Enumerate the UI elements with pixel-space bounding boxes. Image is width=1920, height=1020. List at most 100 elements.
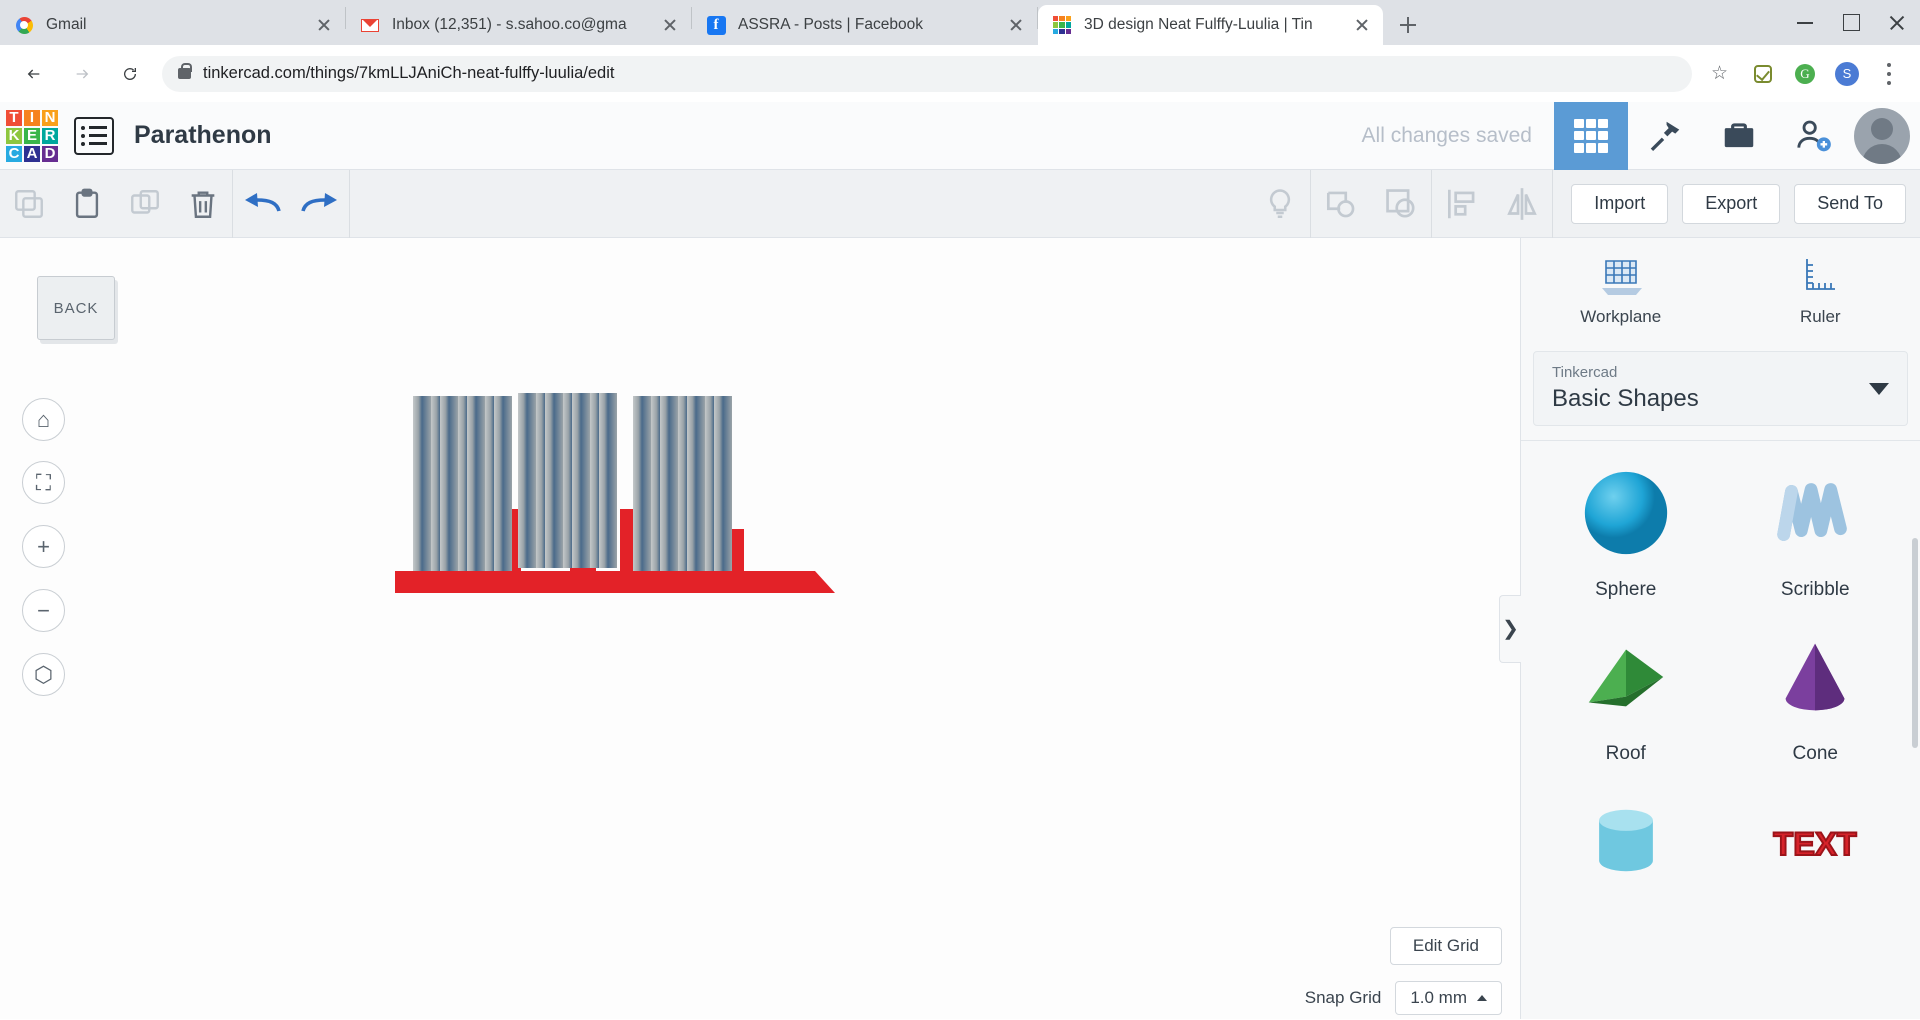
mirror-button[interactable] bbox=[1492, 170, 1552, 238]
lightbulb-icon bbox=[1262, 186, 1298, 222]
chevron-down-icon[interactable] bbox=[1869, 383, 1889, 395]
shape-item-scribble[interactable]: Scribble bbox=[1721, 463, 1911, 601]
model-column bbox=[494, 396, 503, 571]
briefcase-icon bbox=[1720, 117, 1758, 155]
send-to-button[interactable]: Send To bbox=[1794, 184, 1906, 224]
fit-view-button[interactable]: ⛶ bbox=[22, 461, 65, 504]
shape-category-select[interactable]: Tinkercad Basic Shapes bbox=[1533, 351, 1908, 426]
paste-button[interactable] bbox=[58, 170, 116, 238]
model-column bbox=[413, 396, 422, 571]
back-arrow-icon[interactable] bbox=[14, 54, 54, 94]
codeblocks-button[interactable] bbox=[1628, 102, 1702, 170]
model-column bbox=[485, 396, 494, 571]
panel-scrollbar[interactable] bbox=[1912, 538, 1918, 748]
logo-tile: K bbox=[6, 128, 22, 144]
browser-tab-strip: Gmail Inbox (12,351) - s.sahoo.co@gma f … bbox=[0, 0, 1920, 45]
close-icon[interactable] bbox=[311, 12, 337, 38]
ortho-perspective-button[interactable]: ⬡ bbox=[22, 653, 65, 696]
shape-item-cylinder[interactable] bbox=[1531, 791, 1721, 907]
notes-button[interactable] bbox=[1250, 170, 1310, 238]
ruler-button[interactable]: Ruler bbox=[1721, 238, 1920, 343]
page-title[interactable]: Parathenon bbox=[134, 121, 272, 150]
shape-label: Sphere bbox=[1595, 579, 1656, 601]
view-cube[interactable]: BACK bbox=[37, 276, 115, 340]
snap-grid-row: Snap Grid 1.0 mm bbox=[1305, 981, 1502, 1015]
shape-item-text[interactable]: TEXT bbox=[1721, 791, 1911, 907]
close-icon[interactable] bbox=[1349, 12, 1375, 38]
redo-arrow-icon bbox=[299, 189, 341, 219]
align-icon bbox=[1443, 185, 1481, 223]
browser-tab-facebook[interactable]: f ASSRA - Posts | Facebook bbox=[692, 5, 1037, 45]
browser-tab-tinkercad[interactable]: 3D design Neat Fulffy-Luulia | Tin bbox=[1038, 5, 1383, 45]
close-icon[interactable] bbox=[657, 12, 683, 38]
shape-grid: Sphere Scribble Roof bbox=[1521, 440, 1920, 929]
bookmark-star-icon[interactable]: ☆ bbox=[1703, 56, 1739, 92]
model-column bbox=[476, 396, 485, 571]
zoom-in-button[interactable]: + bbox=[22, 525, 65, 568]
ungroup-button[interactable] bbox=[1371, 170, 1431, 238]
export-button[interactable]: Export bbox=[1682, 184, 1780, 224]
group-button[interactable] bbox=[1311, 170, 1371, 238]
model-column bbox=[545, 393, 554, 568]
design-list-icon[interactable] bbox=[74, 117, 114, 155]
kebab-menu-icon[interactable] bbox=[1871, 56, 1907, 92]
home-view-button[interactable]: ⌂ bbox=[22, 398, 65, 441]
undo-button[interactable] bbox=[233, 170, 291, 238]
edit-grid-button[interactable]: Edit Grid bbox=[1390, 927, 1502, 965]
ungroup-icon bbox=[1382, 185, 1420, 223]
paste-icon bbox=[70, 187, 104, 221]
window-maximize-button[interactable] bbox=[1828, 0, 1874, 45]
delete-button[interactable] bbox=[174, 170, 232, 238]
tinkercad-logo[interactable]: TINKERCAD bbox=[6, 110, 58, 162]
browser-tab-inbox[interactable]: Inbox (12,351) - s.sahoo.co@gma bbox=[346, 5, 691, 45]
snap-grid-select[interactable]: 1.0 mm bbox=[1395, 981, 1502, 1015]
window-minimize-button[interactable] bbox=[1782, 0, 1828, 45]
avatar[interactable] bbox=[1854, 108, 1910, 164]
url-input[interactable]: tinkercad.com/things/7kmLLJAniCh-neat-fu… bbox=[162, 56, 1692, 92]
roof-shape-icon bbox=[1577, 627, 1675, 727]
3d-canvas[interactable]: BACK ⌂ ⛶ + − ⬡ Edit Grid Snap Grid 1.0 m… bbox=[0, 238, 1520, 1019]
shape-item-roof[interactable]: Roof bbox=[1531, 627, 1721, 765]
model-column bbox=[642, 396, 651, 571]
parathenon-model[interactable] bbox=[395, 393, 840, 593]
workplane-button[interactable]: Workplane bbox=[1521, 238, 1721, 343]
shape-label: Roof bbox=[1606, 743, 1646, 765]
logo-tile: R bbox=[42, 128, 58, 144]
model-column bbox=[431, 396, 440, 571]
model-column bbox=[696, 396, 705, 571]
model-column bbox=[527, 393, 536, 568]
forward-arrow-icon[interactable] bbox=[62, 54, 102, 94]
import-button[interactable]: Import bbox=[1571, 184, 1668, 224]
invite-button[interactable] bbox=[1776, 102, 1850, 170]
align-button[interactable] bbox=[1432, 170, 1492, 238]
zoom-out-button[interactable]: − bbox=[22, 589, 65, 632]
shape-item-sphere[interactable]: Sphere bbox=[1531, 463, 1721, 601]
gallery-button[interactable] bbox=[1702, 102, 1776, 170]
copy-icon bbox=[12, 187, 46, 221]
redo-button[interactable] bbox=[291, 170, 349, 238]
browser-tab-gmail[interactable]: Gmail bbox=[0, 5, 345, 45]
grid-controls: Edit Grid bbox=[1390, 927, 1502, 965]
shape-item-cone[interactable]: Cone bbox=[1721, 627, 1911, 765]
panel-collapse-button[interactable]: ❯ bbox=[1499, 595, 1521, 663]
duplicate-button[interactable] bbox=[116, 170, 174, 238]
grammarly-icon[interactable]: G bbox=[1787, 56, 1823, 92]
copy-button[interactable] bbox=[0, 170, 58, 238]
column-group bbox=[518, 393, 617, 568]
logo-tile: C bbox=[6, 146, 22, 162]
model-base bbox=[395, 571, 815, 593]
new-tab-button[interactable] bbox=[1391, 8, 1425, 42]
close-icon[interactable] bbox=[1003, 12, 1029, 38]
reload-icon[interactable] bbox=[110, 54, 150, 94]
cylinder-shape-icon bbox=[1577, 791, 1675, 891]
window-close-button[interactable] bbox=[1874, 0, 1920, 45]
save-status: All changes saved bbox=[1362, 124, 1532, 148]
url-text: tinkercad.com/things/7kmLLJAniCh-neat-fu… bbox=[203, 64, 614, 83]
logo-tile: A bbox=[24, 146, 40, 162]
profile-avatar-button[interactable]: S bbox=[1829, 56, 1865, 92]
model-column bbox=[669, 396, 678, 571]
pocket-icon[interactable] bbox=[1745, 56, 1781, 92]
model-column bbox=[458, 396, 467, 571]
blocks-view-button[interactable] bbox=[1554, 102, 1628, 170]
person-plus-icon bbox=[1793, 116, 1833, 156]
